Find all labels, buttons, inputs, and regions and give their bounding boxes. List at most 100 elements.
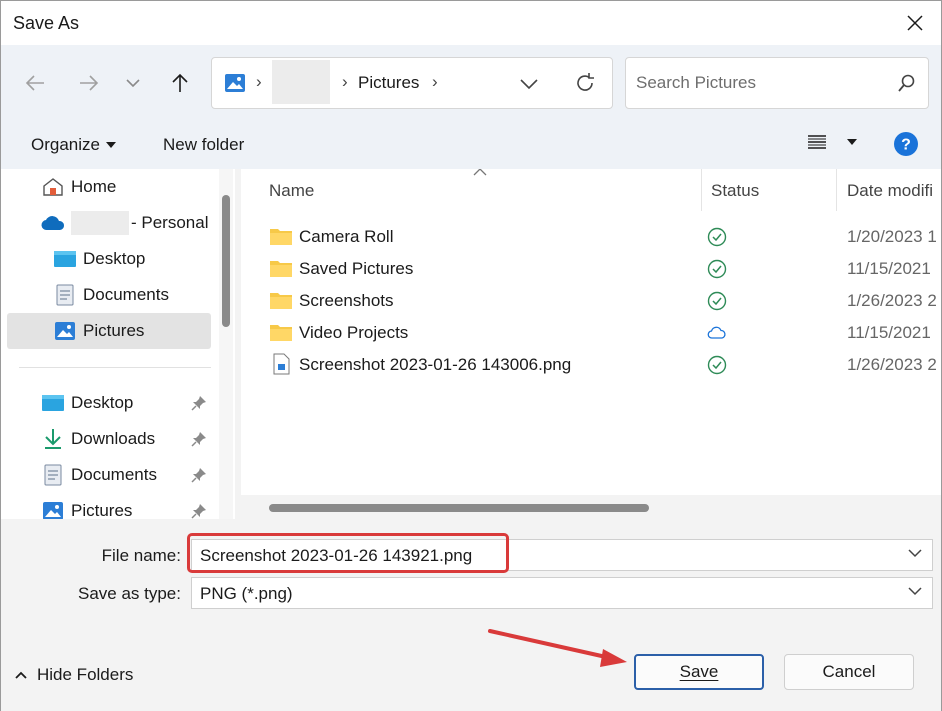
file-name: Camera Roll <box>299 227 394 246</box>
onedrive-cloud-icon <box>41 211 65 235</box>
column-divider[interactable] <box>836 169 837 211</box>
help-button[interactable]: ? <box>893 131 919 162</box>
sidebar-item-desktop[interactable]: Desktop <box>53 241 145 277</box>
close-icon <box>907 15 923 31</box>
file-date: 11/15/2021 <box>847 259 931 278</box>
sidebar-item-label: Documents <box>83 285 169 304</box>
refresh-icon[interactable] <box>574 72 596 94</box>
scrollbar-thumb[interactable] <box>269 504 649 512</box>
redacted-username <box>71 211 129 235</box>
sidebar-item-label: Desktop <box>71 393 134 412</box>
file-row[interactable]: Video Projects 11/15/2021 <box>241 317 941 349</box>
sidebar-item-label: Documents <box>71 465 157 484</box>
breadcrumb-pictures[interactable]: Pictures <box>358 73 419 93</box>
synced-check-icon <box>707 227 727 247</box>
breadcrumb-separator: › <box>342 72 348 91</box>
chevron-down-icon[interactable] <box>908 548 922 558</box>
quick-access-documents[interactable]: Documents <box>41 457 157 493</box>
hide-folders-button[interactable]: Hide Folders <box>15 665 133 685</box>
file-row[interactable]: Camera Roll 1/20/2023 1 <box>241 221 941 253</box>
column-header-date-modified[interactable]: Date modifi <box>847 181 933 201</box>
quick-access-downloads[interactable]: Downloads <box>41 421 155 457</box>
caret-down-icon <box>105 142 116 148</box>
desktop-icon <box>53 247 77 271</box>
organize-button[interactable]: Organize <box>31 135 116 155</box>
quick-access-pictures[interactable]: Pictures <box>41 493 132 519</box>
sidebar-item-home[interactable]: Home <box>41 169 116 205</box>
new-folder-button[interactable]: New folder <box>163 135 244 155</box>
filename-label: File name: <box>101 546 181 565</box>
forward-button[interactable] <box>73 69 105 97</box>
address-bar[interactable]: › › Pictures › <box>211 57 613 109</box>
close-button[interactable] <box>889 1 941 45</box>
search-input[interactable] <box>636 70 886 96</box>
pictures-icon <box>225 74 245 92</box>
organize-label: Organize <box>31 135 100 154</box>
chevron-up-icon <box>15 671 27 679</box>
sidebar-item-documents[interactable]: Documents <box>53 277 169 313</box>
navigation-bar: › › Pictures › <box>1 45 941 121</box>
back-button[interactable] <box>19 69 51 97</box>
column-header-name[interactable]: Name <box>269 181 314 201</box>
navigation-pane-scrollbar[interactable] <box>219 169 233 519</box>
savetype-label: Save as type: <box>77 584 181 603</box>
synced-check-icon <box>707 259 727 279</box>
search-box[interactable] <box>625 57 929 109</box>
save-as-dialog: Save As › › Pictures › Search Pictures O… <box>0 0 942 711</box>
scrollbar-thumb[interactable] <box>222 195 230 327</box>
search-icon <box>898 74 915 92</box>
recent-locations-button[interactable] <box>117 69 149 97</box>
navigation-pane: Home - Personal Desktop Documents Pictur… <box>1 169 235 519</box>
sidebar-item-label: Pictures <box>71 501 133 519</box>
file-date: 11/15/2021 <box>847 323 931 342</box>
pictures-icon <box>41 499 65 519</box>
file-name: Video Projects <box>299 323 409 342</box>
home-icon <box>41 175 65 199</box>
up-button[interactable] <box>164 69 196 97</box>
file-name: Screenshots <box>299 291 394 310</box>
caret-down-icon <box>847 139 857 145</box>
save-button[interactable]: Save <box>634 654 764 690</box>
cancel-label: Cancel <box>822 662 876 681</box>
cloud-only-icon <box>707 326 726 339</box>
file-list-horizontal-scrollbar[interactable] <box>241 495 941 519</box>
folder-icon <box>270 325 292 341</box>
file-row[interactable]: Saved Pictures 11/15/2021 <box>241 253 941 285</box>
view-options-button[interactable] <box>807 133 857 151</box>
sidebar-item-label: Desktop <box>83 249 146 268</box>
pin-icon[interactable] <box>191 503 207 519</box>
documents-icon <box>53 283 77 307</box>
cancel-button[interactable]: Cancel <box>784 654 914 690</box>
synced-check-icon <box>707 291 727 311</box>
synced-check-icon <box>707 355 727 375</box>
file-row[interactable]: Screenshot 2023-01-26 143006.png 1/26/20… <box>241 349 941 381</box>
pin-icon[interactable] <box>191 431 207 447</box>
chevron-down-icon <box>126 79 140 88</box>
breadcrumb-separator: › <box>432 72 438 91</box>
svg-text:?: ? <box>901 137 911 154</box>
window-title: Save As <box>13 13 80 33</box>
hide-folders-label: Hide Folders <box>37 665 134 684</box>
sidebar-item-label: Home <box>71 177 117 196</box>
pin-icon[interactable] <box>191 467 207 483</box>
sidebar-item-pictures[interactable]: Pictures <box>53 313 144 349</box>
file-name: Saved Pictures <box>299 259 414 278</box>
sidebar-item-label: Pictures <box>83 321 145 340</box>
quick-access-desktop[interactable]: Desktop <box>41 385 133 421</box>
save-form: File name: Screenshot 2023-01-26 143921.… <box>1 519 941 711</box>
column-header-status[interactable]: Status <box>711 181 759 201</box>
file-date: 1/20/2023 1 <box>847 227 937 246</box>
arrow-right-icon <box>80 75 99 91</box>
file-row[interactable]: Screenshots 1/26/2023 2 <box>241 285 941 317</box>
pin-icon[interactable] <box>191 395 207 411</box>
column-divider[interactable] <box>701 169 702 211</box>
sidebar-item-onedrive[interactable]: - Personal <box>41 205 208 241</box>
sort-ascending-icon <box>473 169 487 176</box>
chevron-down-icon <box>908 587 922 596</box>
title-bar: Save As <box>1 1 941 45</box>
savetype-dropdown[interactable]: PNG (*.png) <box>191 577 933 609</box>
breadcrumb-user-segment[interactable] <box>272 60 330 104</box>
save-label: Save <box>679 662 719 681</box>
command-bar: Organize New folder ? <box>1 121 941 169</box>
chevron-down-icon[interactable] <box>520 78 538 90</box>
